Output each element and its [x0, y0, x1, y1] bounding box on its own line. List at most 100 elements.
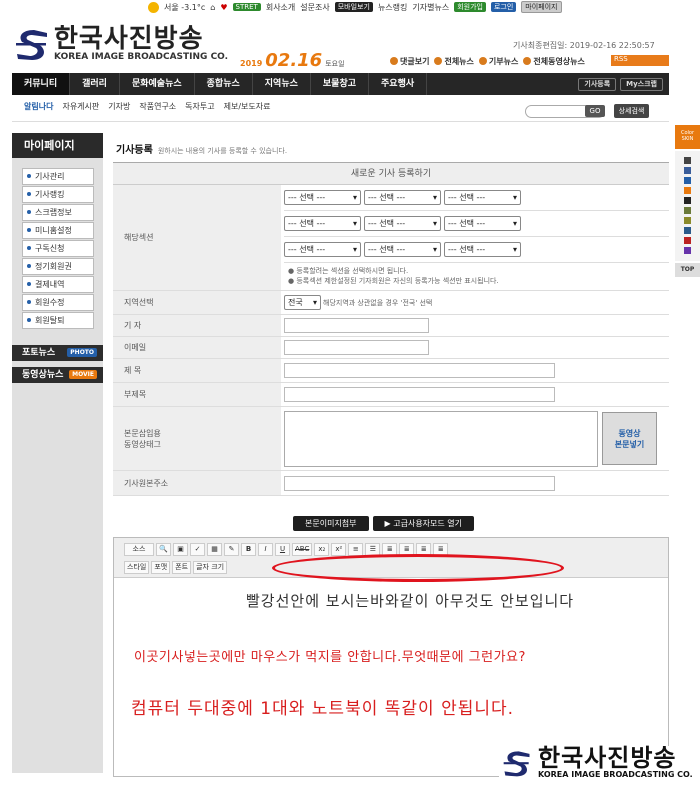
survey-link[interactable]: 설문조사: [300, 2, 329, 13]
all-news-link[interactable]: 전체뉴스: [434, 56, 473, 67]
insert-video-button[interactable]: 동영상 본문넣기: [602, 412, 657, 465]
sidebar-item-payments[interactable]: 결제내역: [22, 276, 94, 293]
underline-button[interactable]: U: [275, 542, 290, 556]
skin-swatch[interactable]: [684, 167, 691, 174]
section-select[interactable]: --- 선택 ---: [444, 216, 521, 231]
my-scrap-button[interactable]: My스크랩: [620, 78, 663, 91]
search-go-button[interactable]: GO: [585, 105, 605, 117]
sidebar-item-scrap[interactable]: 스크랩정보: [22, 204, 94, 221]
region-select[interactable]: 전국: [284, 295, 321, 310]
video-news-box[interactable]: 동영상뉴스 MOVIE: [12, 367, 103, 383]
skin-swatch[interactable]: [684, 157, 691, 164]
register-article-button[interactable]: 기사등록: [578, 78, 617, 91]
subject-field[interactable]: [284, 363, 555, 378]
sidebar-item-article-rank[interactable]: 기사랭킹: [22, 186, 94, 203]
skin-swatch[interactable]: [684, 237, 691, 244]
heart-icon[interactable]: ♥: [220, 3, 227, 12]
section-select[interactable]: --- 선택 ---: [284, 190, 361, 205]
section-select[interactable]: --- 선택 ---: [364, 190, 441, 205]
superscript-button[interactable]: x²: [331, 542, 347, 556]
advanced-mode-button[interactable]: ▶ 고급사용자모드 열기: [372, 516, 475, 531]
sidebar-item-minihome[interactable]: 미니홈설정: [22, 222, 94, 239]
strike-button[interactable]: ABC: [292, 542, 313, 556]
donation-news-link[interactable]: 기부뉴스: [479, 56, 518, 67]
font-dropdown[interactable]: 폰트: [172, 560, 192, 574]
nav-treasure[interactable]: 보물창고: [311, 73, 370, 95]
nav-regional[interactable]: 지역뉴스: [253, 73, 311, 95]
subnav-free-board[interactable]: 자유게시판: [62, 101, 99, 112]
subscript-button[interactable]: x₂: [314, 542, 330, 556]
sidebar-item-edit-member[interactable]: 회원수정: [22, 294, 94, 311]
skin-swatch[interactable]: [684, 217, 691, 224]
reporter-field[interactable]: [284, 318, 429, 333]
all-video-news-link[interactable]: 전체동영상뉴스: [523, 56, 585, 67]
preview-icon[interactable]: 🔍: [156, 542, 171, 556]
main-nav: 커뮤니티 갤러리 문화예술뉴스 종합뉴스 지역뉴스 보물창고 주요행사 기사등록…: [12, 73, 669, 95]
rss-button[interactable]: RSS: [611, 55, 669, 66]
section-select[interactable]: --- 선택 ---: [364, 216, 441, 231]
section-select[interactable]: --- 선택 ---: [284, 216, 361, 231]
subnav-reader[interactable]: 독자투고: [185, 101, 214, 112]
news-rank-link[interactable]: 뉴스랭킹: [378, 2, 407, 13]
section-select[interactable]: --- 선택 ---: [444, 190, 521, 205]
skin-swatch[interactable]: [684, 177, 691, 184]
home-icon[interactable]: ⌂: [210, 3, 215, 12]
section-select[interactable]: --- 선택 ---: [364, 242, 441, 257]
save-icon[interactable]: ▣: [173, 542, 188, 556]
advanced-search-button[interactable]: 상세검색: [614, 104, 649, 118]
bold-button[interactable]: B: [241, 542, 256, 556]
table-icon[interactable]: ▦: [207, 542, 222, 556]
watermark-mark-icon: [503, 750, 530, 776]
reporter-news-link[interactable]: 기자별뉴스: [412, 2, 449, 13]
subnav-notice[interactable]: 알림나다: [24, 101, 53, 112]
mobile-button[interactable]: 모바일보기: [334, 2, 373, 12]
nav-events[interactable]: 주요행사: [369, 73, 428, 95]
skin-swatch[interactable]: [684, 247, 691, 254]
mypage-button[interactable]: 마이페이지: [521, 1, 562, 13]
nav-right: 기사등록 My스크랩: [578, 78, 663, 91]
subnav-lab[interactable]: 작품연구소: [139, 101, 176, 112]
section-select[interactable]: --- 선택 ---: [444, 242, 521, 257]
spellcheck-icon[interactable]: ✓: [190, 542, 205, 556]
sidebar-item-membership[interactable]: 정기회원권: [22, 258, 94, 275]
nav-general[interactable]: 종합뉴스: [195, 73, 253, 95]
editor-mode-buttons: 본문이미지첨부 ▶ 고급사용자모드 열기: [293, 516, 475, 531]
subnav-reporter[interactable]: 기자방: [108, 101, 130, 112]
source-url-field[interactable]: [284, 475, 555, 491]
video-tag-textarea[interactable]: [284, 410, 598, 467]
format-dropdown[interactable]: 포맷: [151, 560, 171, 574]
ordered-list-icon[interactable]: ≡: [348, 542, 364, 556]
italic-button[interactable]: I: [258, 542, 273, 556]
site-logo[interactable]: 한국사진방송 KOREA IMAGE BROADCASTING CO.: [14, 26, 228, 62]
login-button[interactable]: 로그인: [490, 2, 517, 12]
subnav-tips[interactable]: 제보/보도자료: [224, 101, 271, 112]
join-button[interactable]: 회원가입: [454, 2, 486, 12]
scroll-top-button[interactable]: TOP: [675, 263, 700, 277]
skin-swatch[interactable]: [684, 227, 691, 234]
font-size-dropdown[interactable]: 글자 크기: [193, 560, 228, 574]
sidebar-item-article-manage[interactable]: 기사관리: [22, 168, 94, 185]
attach-image-button[interactable]: 본문이미지첨부: [293, 516, 369, 531]
section-note: ● 등록할려는 섹션을 선택하시면 됩니다.: [288, 267, 409, 275]
style-dropdown[interactable]: 스타일: [124, 560, 150, 574]
street-button[interactable]: STRET: [232, 3, 261, 11]
skin-swatch[interactable]: [684, 197, 691, 204]
subtitle-field[interactable]: [284, 387, 555, 402]
email-field[interactable]: [284, 340, 429, 355]
skin-swatch[interactable]: [684, 207, 691, 214]
skin-swatch[interactable]: [684, 187, 691, 194]
sidebar-item-subscribe[interactable]: 구독신청: [22, 240, 94, 257]
photo-news-box[interactable]: 포토뉴스 PHOTO: [12, 345, 103, 361]
comments-link[interactable]: 댓글보기: [390, 56, 429, 67]
nav-culture[interactable]: 문화예술뉴스: [120, 73, 195, 95]
insert-video-label-2: 본문넣기: [614, 439, 645, 449]
eraser-icon[interactable]: ✎: [224, 542, 239, 556]
section-select[interactable]: --- 선택 ---: [284, 242, 361, 257]
source-label: 기사원본주소: [113, 471, 281, 495]
nav-community[interactable]: 커뮤니티: [12, 73, 71, 95]
nav-gallery[interactable]: 갤러리: [70, 73, 120, 95]
source-button[interactable]: 소스: [124, 542, 154, 556]
sidebar-item-withdraw[interactable]: 회원탈퇴: [22, 312, 94, 329]
sidebar-title[interactable]: 마이페이지: [12, 133, 103, 158]
about-link[interactable]: 회사소개: [266, 2, 295, 13]
